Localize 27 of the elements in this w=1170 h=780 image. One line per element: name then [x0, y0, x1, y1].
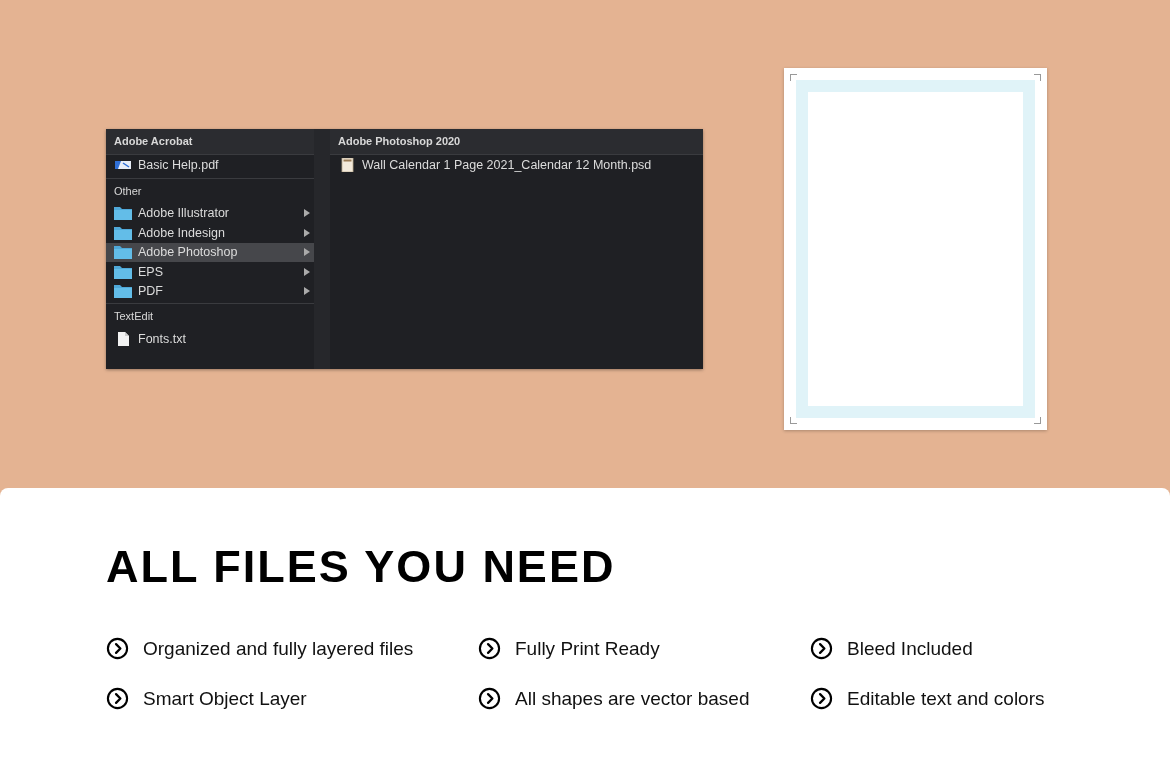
- folder-icon: [114, 284, 132, 299]
- chevron-circle-icon: [106, 687, 129, 710]
- chevron-circle-icon: [478, 637, 501, 660]
- section-header: Adobe Acrobat: [106, 129, 314, 155]
- chevron-circle-icon: [810, 637, 833, 660]
- feature-text: Smart Object Layer: [143, 687, 307, 710]
- section-header: TextEdit: [113, 309, 155, 324]
- folder-icon: [114, 225, 132, 240]
- feature-text: Editable text and colors: [847, 687, 1045, 710]
- heading: ALL FILES YOU NEED: [106, 540, 617, 594]
- menu-item[interactable]: Basic Help.pdf: [106, 155, 314, 175]
- menu-item[interactable]: Adobe Photoshop: [106, 242, 314, 262]
- section-header: Other: [113, 183, 143, 199]
- feature-text: Organized and fully layered files: [143, 637, 414, 660]
- chevron-circle-icon: [478, 687, 501, 710]
- chevron-circle-icon: [106, 637, 129, 660]
- folder-icon: [114, 206, 132, 221]
- feature-text: All shapes are vector based: [515, 687, 750, 710]
- folder-icon: [114, 245, 132, 260]
- file-name[interactable]: Wall Calendar 1 Page 2021_Calendar 12 Month.psd: [362, 157, 699, 172]
- document-icon: [338, 157, 356, 172]
- section-header: Adobe Photoshop 2020: [330, 129, 703, 155]
- feature-text: Fully Print Ready: [515, 637, 660, 660]
- feature-text: Bleed Included: [847, 637, 973, 660]
- chevron-circle-icon: [810, 687, 833, 710]
- menu-item[interactable]: Fonts.txt: [106, 329, 314, 349]
- folder-icon: [114, 264, 132, 279]
